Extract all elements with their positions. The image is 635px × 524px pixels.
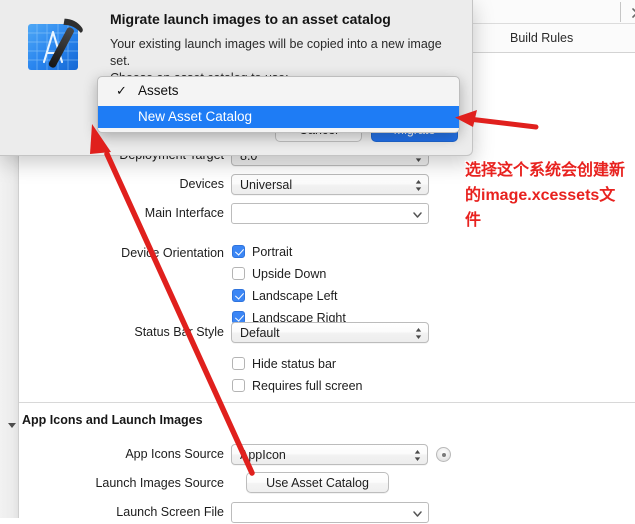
checkbox-hide-status-bar[interactable]: Hide status bar xyxy=(232,354,336,373)
chevron-down-icon[interactable] xyxy=(411,506,424,521)
main-interface-combo[interactable] xyxy=(231,203,429,224)
xcode-app-icon xyxy=(22,12,94,84)
label-launch-images-source: Launch Images Source xyxy=(95,476,224,490)
sheet-body-line-1: Your existing launch images will be copi… xyxy=(110,37,442,68)
updown-chevron-icon xyxy=(414,178,423,193)
tab-build-rules[interactable]: Build Rules xyxy=(510,31,573,45)
section-header-app-icons[interactable]: App Icons and Launch Images xyxy=(22,413,203,427)
checkbox-icon-unchecked[interactable] xyxy=(232,379,245,392)
menu-item-assets[interactable]: ✓ Assets xyxy=(98,80,459,102)
chevron-down-icon[interactable] xyxy=(411,207,424,222)
status-bar-style-value: Default xyxy=(240,326,280,340)
sheet-title: Migrate launch images to an asset catalo… xyxy=(110,11,391,27)
devices-popup[interactable]: Universal xyxy=(231,174,429,195)
checkbox-icon-unchecked[interactable] xyxy=(232,357,245,370)
label-status-bar-style: Status Bar Style xyxy=(134,325,224,339)
row-app-icons-source: App Icons Source AppIcon xyxy=(19,444,635,466)
label-app-icons-source: App Icons Source xyxy=(125,447,224,461)
app-icons-reveal-button[interactable] xyxy=(436,447,451,462)
checkbox-icon-unchecked[interactable] xyxy=(232,267,245,280)
checkbox-label: Hide status bar xyxy=(252,356,337,371)
asset-catalog-popup-menu[interactable]: ✓ Assets New Asset Catalog xyxy=(97,76,460,133)
app-icons-source-popup[interactable]: AppIcon xyxy=(231,444,428,465)
label-device-orientation: Device Orientation xyxy=(121,246,224,260)
menu-item-label: New Asset Catalog xyxy=(138,109,253,124)
label-main-interface: Main Interface xyxy=(144,206,224,220)
row-device-orientation: Device Orientation xyxy=(19,243,635,265)
devices-value: Universal xyxy=(240,178,293,192)
tabstrip-separator xyxy=(620,2,621,22)
checkbox-landscape-left[interactable]: Landscape Left xyxy=(232,286,338,305)
section-divider xyxy=(19,402,635,403)
xcode-target-editor: Build Rules Deployment Target 8.0 xyxy=(0,0,635,523)
app-icons-source-value: AppIcon xyxy=(240,448,286,462)
disclosure-triangle-icon[interactable] xyxy=(7,417,17,428)
row-devices: Devices Universal xyxy=(19,174,635,196)
chevron-right-icon[interactable] xyxy=(630,6,635,18)
updown-chevron-icon xyxy=(413,448,422,463)
menu-item-new-asset-catalog[interactable]: New Asset Catalog xyxy=(98,106,459,128)
updown-chevron-icon xyxy=(414,326,423,341)
row-launch-screen-file: Launch Screen File xyxy=(19,502,635,524)
row-launch-images-source: Launch Images Source Use Asset Catalog xyxy=(19,472,635,495)
checkbox-portrait[interactable]: Portrait xyxy=(232,242,292,261)
row-status-bar-style: Status Bar Style Default xyxy=(19,322,635,344)
menu-item-label: Assets xyxy=(138,83,179,98)
checkbox-label: Landscape Left xyxy=(252,288,338,303)
launch-screen-file-combo[interactable] xyxy=(231,502,429,523)
use-asset-catalog-button[interactable]: Use Asset Catalog xyxy=(246,472,389,493)
checkbox-requires-full-screen[interactable]: Requires full screen xyxy=(232,376,362,395)
checkbox-label: Requires full screen xyxy=(252,378,363,393)
status-bar-style-popup[interactable]: Default xyxy=(231,322,429,343)
label-devices: Devices xyxy=(179,177,224,191)
checkbox-upside-down[interactable]: Upside Down xyxy=(232,264,326,283)
checkbox-icon-checked[interactable] xyxy=(232,245,245,258)
checkbox-icon-checked[interactable] xyxy=(232,289,245,302)
checkbox-label: Upside Down xyxy=(252,266,327,281)
checkmark-icon: ✓ xyxy=(116,83,127,98)
checkbox-label: Portrait xyxy=(252,244,293,259)
row-main-interface: Main Interface xyxy=(19,203,635,225)
label-launch-screen-file: Launch Screen File xyxy=(116,505,224,519)
